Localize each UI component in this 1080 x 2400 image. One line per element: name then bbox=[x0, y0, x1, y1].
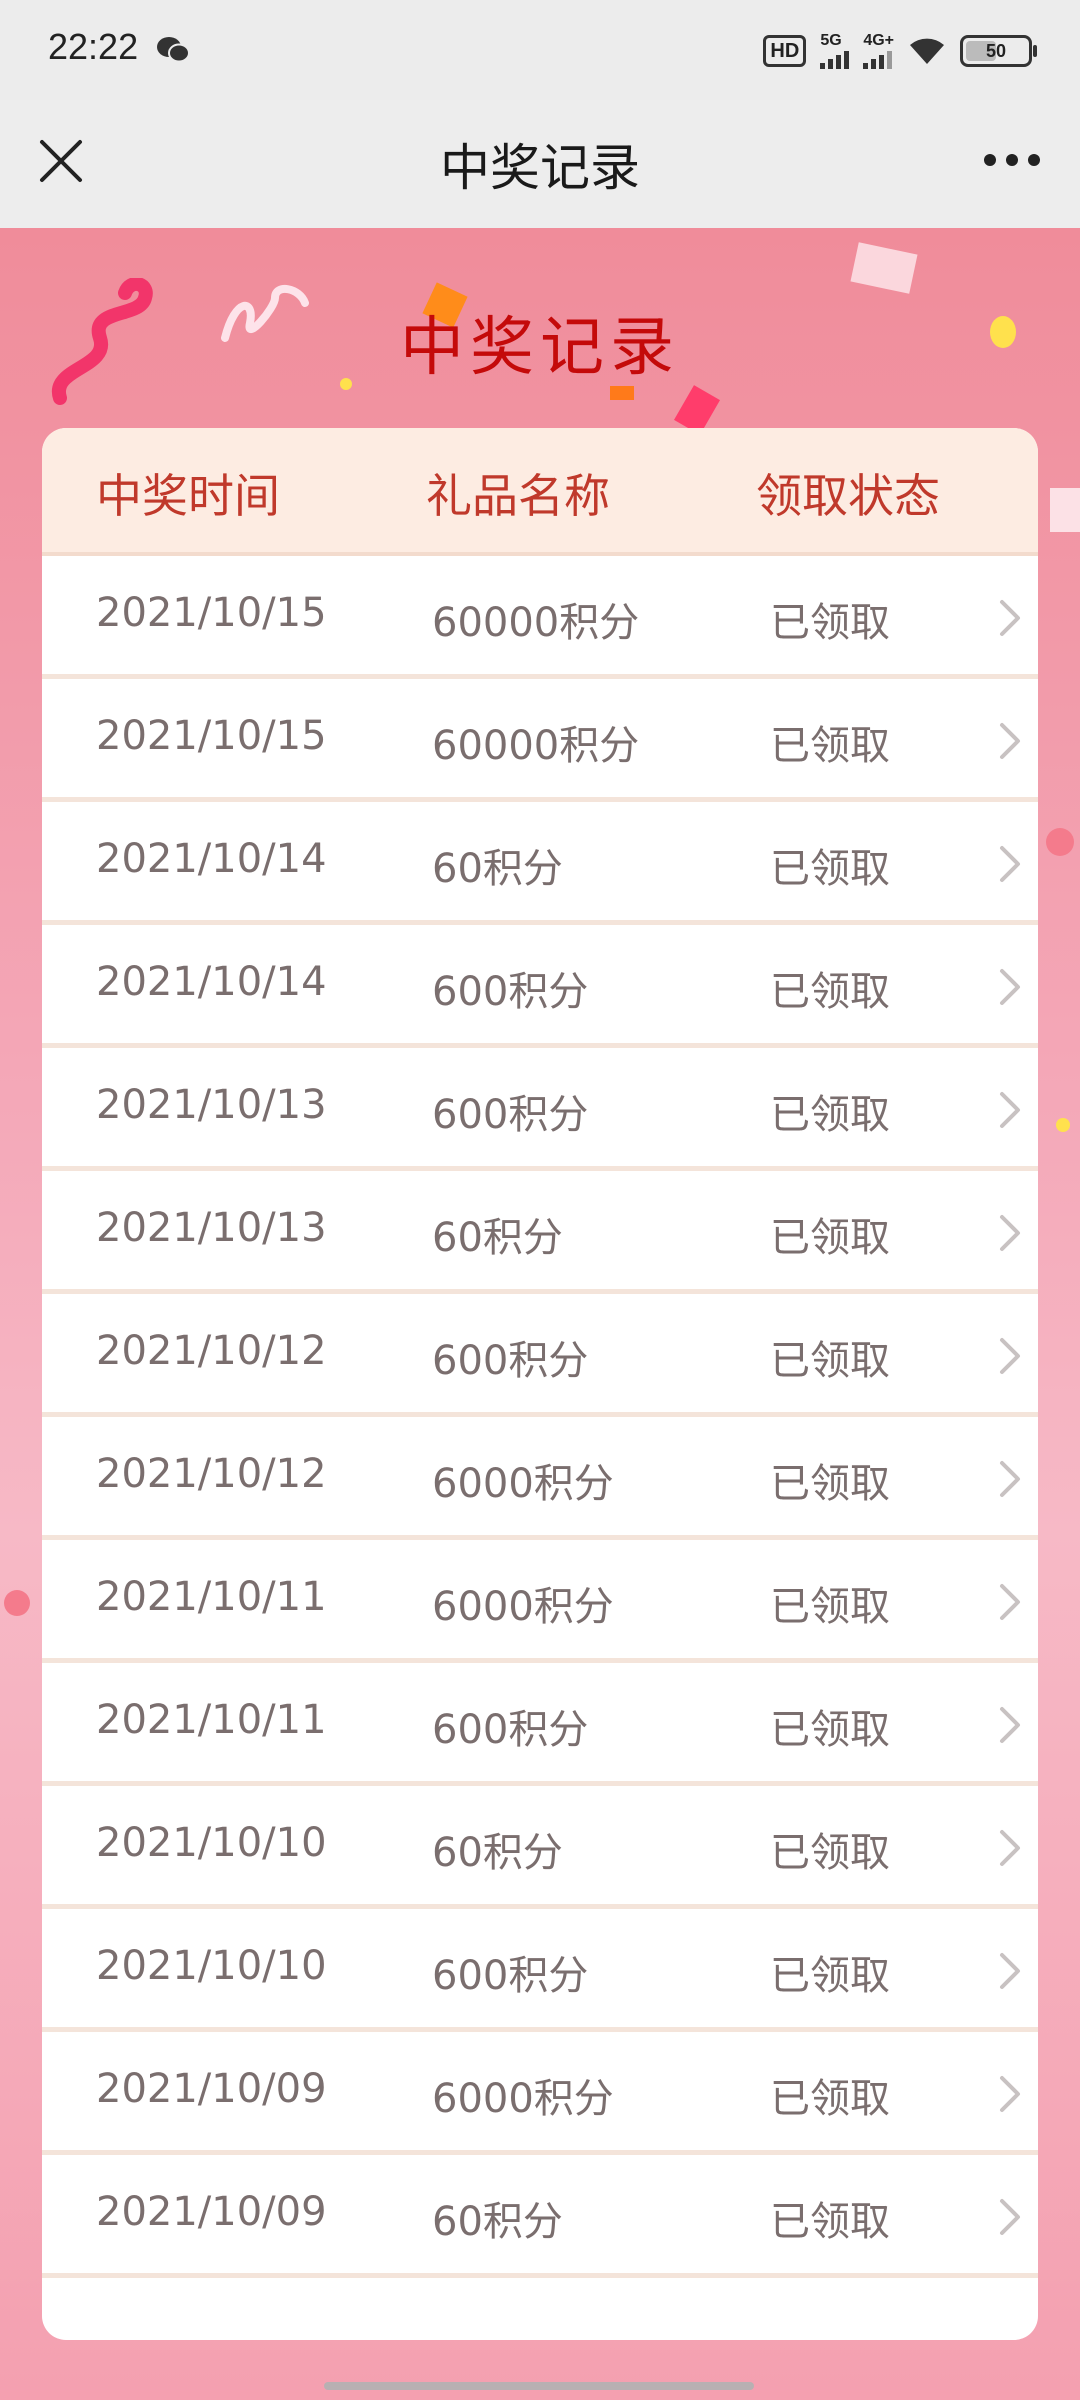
row-status: 已领取 bbox=[770, 723, 890, 769]
confetti-dot bbox=[1056, 1118, 1070, 1132]
row-status: 已领取 bbox=[770, 1584, 890, 1630]
signal-5g: 5G bbox=[820, 33, 850, 69]
confetti-dot bbox=[4, 1590, 30, 1616]
chevron-right-icon[interactable] bbox=[998, 1090, 1022, 1130]
table-row[interactable]: 2021/10/14 60积分 已领取 bbox=[42, 802, 1038, 925]
chevron-right-icon[interactable] bbox=[998, 1951, 1022, 1991]
confetti-piece bbox=[850, 242, 918, 294]
chevron-right-icon[interactable] bbox=[998, 1705, 1022, 1745]
prize-page: 中奖记录 中奖时间 礼品名称 领取状态 2021/10/15 60000积分 已领取… bbox=[0, 228, 1080, 2400]
row-gift: 6000积分 bbox=[432, 1461, 614, 1507]
table-row[interactable]: 2021/10/14 600积分 已领取 bbox=[42, 925, 1038, 1048]
table-row[interactable]: 2021/10/13 600积分 已领取 bbox=[42, 1048, 1038, 1171]
row-gift: 60000积分 bbox=[432, 723, 640, 769]
home-indicator[interactable] bbox=[324, 2382, 754, 2390]
page-title: 中奖记录 bbox=[400, 311, 680, 385]
row-status: 已领取 bbox=[770, 2076, 890, 2122]
row-date: 2021/10/12 bbox=[96, 1328, 327, 1374]
row-status: 已领取 bbox=[770, 1215, 890, 1261]
row-date: 2021/10/15 bbox=[96, 590, 327, 636]
table-row[interactable]: 2021/10/09 60积分 已领取 bbox=[42, 2155, 1038, 2278]
status-time: 22:22 bbox=[48, 26, 139, 67]
table-row[interactable]: 2021/10/10 60积分 已领取 bbox=[42, 1786, 1038, 1909]
table-body: 2021/10/15 60000积分 已领取 2021/10/15 60000积分 已领取… bbox=[42, 556, 1038, 2278]
row-status: 已领取 bbox=[770, 1461, 890, 1507]
table-row[interactable]: 2021/10/12 600积分 已领取 bbox=[42, 1294, 1038, 1417]
table-row[interactable]: 2021/10/12 6000积分 已领取 bbox=[42, 1417, 1038, 1540]
row-gift: 600积分 bbox=[432, 1953, 589, 1999]
row-gift: 6000积分 bbox=[432, 1584, 614, 1630]
row-gift: 6000积分 bbox=[432, 2076, 614, 2122]
row-date: 2021/10/13 bbox=[96, 1205, 327, 1251]
prize-record-table: 中奖时间 礼品名称 领取状态 2021/10/15 60000积分 已领取 2021/… bbox=[42, 428, 1038, 2340]
row-status: 已领取 bbox=[770, 1092, 890, 1138]
chevron-right-icon[interactable] bbox=[998, 1459, 1022, 1499]
table-row[interactable]: 2021/10/15 60000积分 已领取 bbox=[42, 556, 1038, 679]
chevron-right-icon[interactable] bbox=[998, 1336, 1022, 1376]
row-date: 2021/10/15 bbox=[96, 713, 327, 759]
table-row[interactable]: 2021/10/10 600积分 已领取 bbox=[42, 1909, 1038, 2032]
row-gift: 60积分 bbox=[432, 1215, 563, 1261]
row-gift: 60积分 bbox=[432, 846, 563, 892]
row-date: 2021/10/14 bbox=[96, 959, 327, 1005]
row-date: 2021/10/11 bbox=[96, 1574, 327, 1620]
table-row[interactable]: 2021/10/15 60000积分 已领取 bbox=[42, 679, 1038, 802]
chevron-right-icon[interactable] bbox=[998, 1828, 1022, 1868]
wifi-icon bbox=[910, 38, 944, 64]
signal-4g: 4G+ bbox=[863, 33, 894, 69]
table-row[interactable]: 2021/10/09 6000积分 已领取 bbox=[42, 2032, 1038, 2155]
row-gift: 600积分 bbox=[432, 969, 589, 1015]
row-date: 2021/10/11 bbox=[96, 1697, 327, 1743]
status-icons: HD 5G 4G+ 50 bbox=[763, 26, 1037, 76]
nav-bar: 中奖记录 bbox=[0, 100, 1080, 228]
chevron-right-icon[interactable] bbox=[998, 1213, 1022, 1253]
row-status: 已领取 bbox=[770, 846, 890, 892]
confetti-dot bbox=[1046, 828, 1074, 856]
row-gift: 60积分 bbox=[432, 2199, 563, 2245]
row-date: 2021/10/10 bbox=[96, 1943, 327, 1989]
table-row[interactable]: 2021/10/13 60积分 已领取 bbox=[42, 1171, 1038, 1294]
row-gift: 60000积分 bbox=[432, 600, 640, 646]
table-header: 中奖时间 礼品名称 领取状态 bbox=[42, 428, 1038, 556]
row-status: 已领取 bbox=[770, 1830, 890, 1876]
battery-icon: 50 bbox=[960, 35, 1037, 67]
row-gift: 600积分 bbox=[432, 1707, 589, 1753]
row-date: 2021/10/09 bbox=[96, 2189, 327, 2235]
header-gift-name: 礼品名称 bbox=[426, 469, 610, 523]
chevron-right-icon[interactable] bbox=[998, 1582, 1022, 1622]
table-row[interactable]: 2021/10/11 600积分 已领取 bbox=[42, 1663, 1038, 1786]
row-status: 已领取 bbox=[770, 600, 890, 646]
row-date: 2021/10/14 bbox=[96, 836, 327, 882]
status-bar: 22:22 HD 5G 4G+ 50 bbox=[0, 0, 1080, 100]
hd-icon: HD bbox=[763, 35, 807, 67]
row-gift: 600积分 bbox=[432, 1338, 589, 1384]
row-status: 已领取 bbox=[770, 1338, 890, 1384]
row-gift: 600积分 bbox=[432, 1092, 589, 1138]
confetti-piece bbox=[1050, 488, 1080, 532]
table-row[interactable]: 2021/10/11 6000积分 已领取 bbox=[42, 1540, 1038, 1663]
row-date: 2021/10/12 bbox=[96, 1451, 327, 1497]
chevron-right-icon[interactable] bbox=[998, 721, 1022, 761]
row-gift: 60积分 bbox=[432, 1830, 563, 1876]
header-claim-status: 领取状态 bbox=[756, 469, 940, 523]
header-prize-time: 中奖时间 bbox=[96, 469, 280, 523]
row-date: 2021/10/09 bbox=[96, 2066, 327, 2112]
confetti-piece bbox=[610, 386, 634, 400]
row-status: 已领取 bbox=[770, 1953, 890, 1999]
row-date: 2021/10/10 bbox=[96, 1820, 327, 1866]
chevron-right-icon[interactable] bbox=[998, 598, 1022, 638]
row-status: 已领取 bbox=[770, 1707, 890, 1753]
row-status: 已领取 bbox=[770, 969, 890, 1015]
chevron-right-icon[interactable] bbox=[998, 2074, 1022, 2114]
nav-title: 中奖记录 bbox=[440, 139, 640, 197]
wechat-icon bbox=[157, 37, 190, 63]
chevron-right-icon[interactable] bbox=[998, 844, 1022, 884]
row-status: 已领取 bbox=[770, 2199, 890, 2245]
chevron-right-icon[interactable] bbox=[998, 2197, 1022, 2237]
more-icon[interactable] bbox=[982, 152, 1042, 168]
chevron-right-icon[interactable] bbox=[998, 967, 1022, 1007]
row-date: 2021/10/13 bbox=[96, 1082, 327, 1128]
